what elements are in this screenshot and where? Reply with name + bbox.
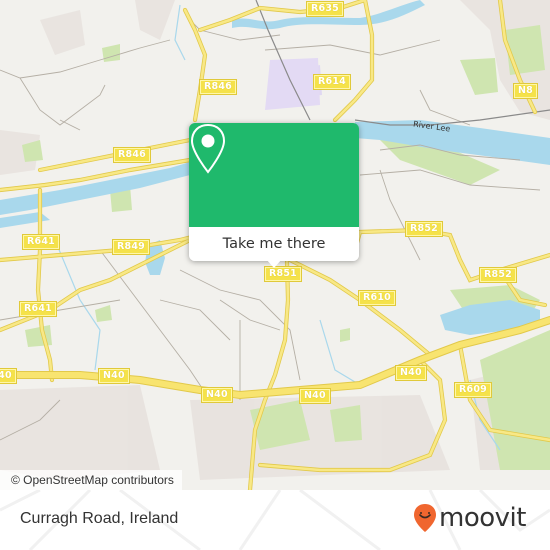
road-label-n40-center: N40 (299, 388, 331, 404)
popup-pointer (266, 259, 282, 268)
road-label-r849: R849 (112, 239, 150, 255)
road-label-r635: R635 (306, 1, 344, 17)
footer-bar: Curragh Road, Ireland moovit (0, 490, 550, 550)
map-attribution[interactable]: © OpenStreetMap contributors (0, 470, 182, 490)
road-label-r641-top: R641 (22, 234, 60, 250)
map-pin-icon (190, 123, 226, 174)
location-popup: Take me there (189, 123, 359, 268)
road-label-n40-center-left: N40 (201, 387, 233, 403)
road-label-n40-right: N40 (395, 365, 427, 381)
take-me-there-button[interactable]: Take me there (189, 227, 359, 261)
road-label-r641-bottom: R641 (19, 301, 57, 317)
road-label-r852: R852 (405, 221, 443, 237)
road-label-r852-right: R852 (479, 267, 517, 283)
road-label-r609: R609 (454, 382, 492, 398)
moovit-logo[interactable]: moovit (413, 500, 526, 536)
moovit-pin-icon (414, 504, 436, 532)
road-label-n40-far-left: N40 (0, 368, 17, 384)
road-label-n8: N8 (513, 83, 538, 99)
road-label-r614: R614 (313, 74, 351, 90)
brand-name: moovit (439, 503, 526, 533)
road-label-r846: R846 (199, 79, 237, 95)
road-label-r851: R851 (264, 266, 302, 282)
place-name: Curragh Road, Ireland (20, 510, 179, 527)
road-label-r846-left: R846 (113, 147, 151, 163)
road-label-n40-left: N40 (98, 368, 130, 384)
road-label-r610: R610 (358, 290, 396, 306)
popup-header[interactable] (189, 123, 359, 227)
map-view[interactable]: River Lee R635 R846 R614 N8 R846 R641 R8… (0, 0, 550, 490)
